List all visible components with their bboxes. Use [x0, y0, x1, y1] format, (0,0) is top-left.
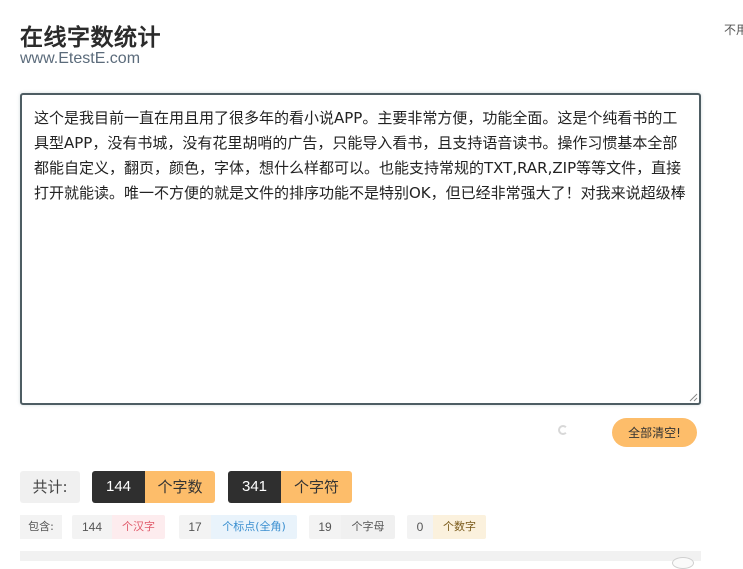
char-count-stat: 144 个字数	[92, 471, 215, 503]
symbol-count-unit: 个字符	[281, 471, 352, 503]
chinese-count-unit: 个汉字	[112, 515, 165, 539]
page-title: 在线字数统计	[20, 25, 161, 51]
bottom-panel	[20, 551, 701, 561]
symbol-count-stat: 341 个字符	[228, 471, 352, 503]
punctuation-count-value: 17	[179, 515, 211, 539]
letter-count-chip: 19 个字母	[309, 515, 395, 539]
char-count-value: 144	[92, 471, 145, 503]
corner-text: 不用	[724, 23, 743, 37]
site-url: www.EtestE.com	[20, 50, 141, 67]
symbol-count-value: 341	[228, 471, 281, 503]
digit-count-unit: 个数字	[433, 515, 486, 539]
text-input[interactable]	[20, 93, 701, 405]
letter-count-unit: 个字母	[341, 515, 395, 539]
digit-count-chip: 0 个数字	[407, 515, 486, 539]
clear-all-button[interactable]: 全部清空!	[612, 418, 697, 447]
punctuation-count-unit: 个标点(全角)	[211, 515, 297, 539]
chinese-count-value: 144	[72, 515, 112, 539]
letter-count-value: 19	[309, 515, 341, 539]
loading-spinner-icon	[558, 425, 568, 435]
char-count-unit: 个字数	[145, 471, 215, 503]
punctuation-count-chip: 17 个标点(全角)	[179, 515, 297, 539]
chinese-count-chip: 144 个汉字	[72, 515, 165, 539]
details-label: 包含:	[20, 515, 62, 539]
bottom-toggle-icon[interactable]	[672, 557, 694, 569]
totals-label: 共计:	[20, 471, 80, 503]
digit-count-value: 0	[407, 515, 433, 539]
